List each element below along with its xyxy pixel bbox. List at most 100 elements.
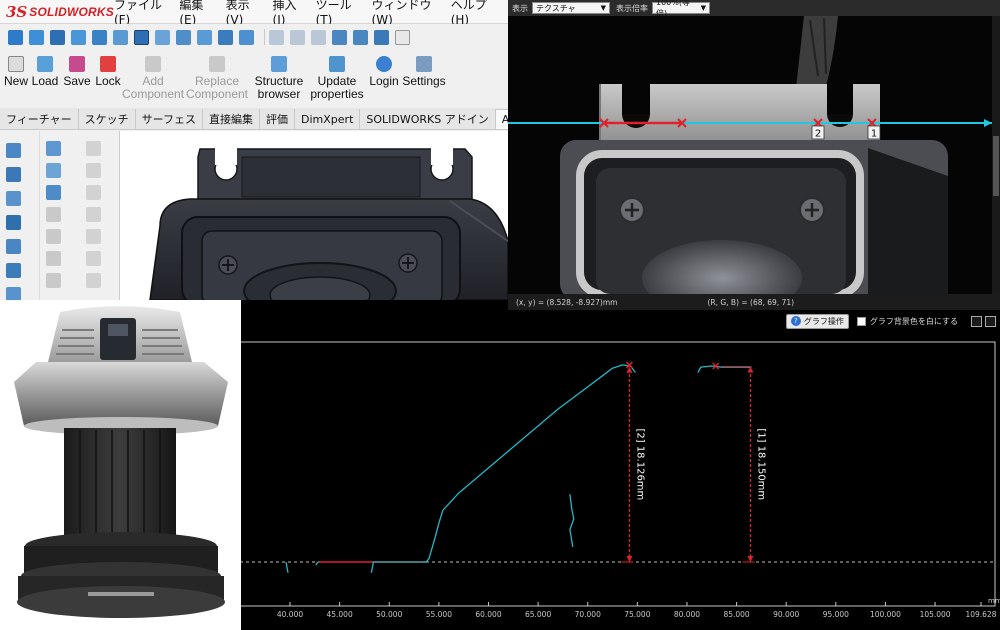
tab-dimxpert[interactable]: DimXpert (295, 109, 361, 129)
view-settings-icon[interactable] (218, 29, 233, 45)
vertical-scrollbar[interactable] (992, 16, 1000, 294)
display-label: 表示 (512, 3, 528, 13)
lock-button[interactable]: Lock (94, 56, 122, 88)
structure-browser-label: Structure browser (254, 74, 304, 101)
zoom-area-icon[interactable] (29, 29, 44, 45)
curves-icon (86, 163, 101, 178)
pattern-icon[interactable] (46, 163, 61, 178)
plot-frame (239, 341, 996, 607)
disabled-tool-icon (269, 29, 284, 45)
menu-file[interactable]: ファイル(F) (114, 0, 166, 27)
measurement-instrument-photo (0, 300, 241, 630)
x-tick-label: 75.000 (624, 610, 650, 619)
mirror-icon (86, 207, 101, 222)
x-tick-label: 40.000 (277, 610, 303, 619)
zoom-fit-icon[interactable] (8, 29, 23, 45)
display-mode-select[interactable]: テクスチャ ▼ (532, 2, 610, 14)
reference-geometry-icon (86, 141, 101, 156)
profile-line-segment (569, 494, 575, 548)
lights-icon[interactable] (353, 29, 368, 45)
command-manager-tabs: フィーチャー スケッチ サーフェス 直接編集 評価 DimXpert SOLID… (0, 108, 508, 130)
solidworks-window: 3S SOLIDWORKS ファイル(F) 編集(E) 表示(V) 挿入(I) … (0, 0, 508, 300)
height-measurements: [2] 18.126mm [1] 18.150mm (621, 361, 766, 563)
scrollbar-thumb[interactable] (993, 136, 999, 196)
tab-direct-editing[interactable]: 直接編集 (203, 109, 261, 129)
lock-button-label: Lock (95, 74, 121, 88)
curvature-icon[interactable] (374, 29, 389, 45)
tab-surfaces[interactable]: サーフェス (136, 109, 204, 129)
menu-view[interactable]: 表示(V) (226, 0, 260, 27)
profile-line-segment (315, 561, 319, 566)
cut-icon[interactable] (6, 287, 21, 300)
dropdown-arrow-icon[interactable] (395, 29, 410, 45)
feature-commands-column (0, 131, 40, 300)
x-tick-label: 109.628 (965, 610, 996, 619)
tab-aras[interactable]: Aras (495, 109, 508, 129)
texture-image-window: 表示 テクスチャ ▼ 表示倍率 100%(等倍) ▼ 2 1 (x, y) = … (508, 0, 1000, 310)
display-mode-value: テクスチャ (536, 3, 576, 13)
marker-1-label: 1 (871, 129, 877, 140)
structure-browser-icon (271, 56, 287, 72)
menu-insert[interactable]: 挿入(I) (273, 0, 303, 27)
structure-browser-button[interactable]: Structure browser (252, 56, 306, 101)
save-button-label: Save (63, 74, 91, 88)
cursor-coordinates: (x, y) = (8.528, -8.927)mm (516, 297, 618, 307)
x-tick-label: 100.000 (870, 610, 901, 619)
menu-window[interactable]: ウィンドウ(W) (372, 0, 438, 27)
tab-features[interactable]: フィーチャー (0, 109, 79, 129)
load-button[interactable]: Load (30, 56, 60, 88)
x-tick-label: 90.000 (773, 610, 799, 619)
edit-appearance-icon[interactable] (176, 29, 191, 45)
x-tick-label: 105.000 (920, 610, 951, 619)
display-pane-icon[interactable] (332, 29, 347, 45)
rib-icon[interactable] (46, 185, 61, 200)
wrap-icon (46, 251, 61, 266)
tab-evaluate[interactable]: 評価 (260, 109, 296, 129)
menu-edit[interactable]: 編集(E) (179, 0, 212, 27)
x-tick-label: 50.000 (376, 610, 402, 619)
hole-wizard-icon[interactable] (6, 263, 21, 278)
fillet-icon[interactable] (46, 141, 61, 156)
dome-icon (86, 229, 101, 244)
section-view-icon[interactable] (71, 29, 86, 45)
login-button[interactable]: Login (368, 56, 400, 88)
add-component-label: Add Component (121, 74, 185, 101)
menu-tools[interactable]: ツール(T) (316, 0, 359, 27)
status-bar: (x, y) = (8.528, -8.927)mm (R, G, B) = (… (508, 294, 1000, 310)
cad-viewport[interactable] (120, 131, 508, 300)
update-properties-icon (329, 56, 345, 72)
revolve-icon[interactable] (6, 167, 21, 182)
dynamic-annotation-icon[interactable] (92, 29, 107, 45)
tab-solidworks-addins[interactable]: SOLIDWORKS アドイン (360, 109, 496, 129)
apply-scene-icon[interactable] (197, 29, 212, 45)
hide-show-icon[interactable] (155, 29, 170, 45)
settings-icon (416, 56, 432, 72)
split-icon (86, 273, 101, 288)
realview-icon[interactable] (239, 29, 254, 45)
extrude-icon[interactable] (6, 143, 21, 158)
menu-help[interactable]: ヘルプ(H) (451, 0, 495, 27)
menu-bar: 3S SOLIDWORKS ファイル(F) 編集(E) 表示(V) 挿入(I) … (0, 0, 508, 27)
save-button[interactable]: Save (62, 56, 92, 88)
new-button-label: New (4, 74, 29, 88)
boundary-icon[interactable] (6, 239, 21, 254)
marker-2-label: 2 (815, 129, 821, 140)
previous-view-icon[interactable] (50, 29, 65, 45)
x-tick-label: 65.000 (525, 610, 551, 619)
instrument-image (0, 300, 241, 630)
tab-sketch[interactable]: スケッチ (79, 109, 136, 129)
settings-button[interactable]: Settings (402, 56, 446, 88)
update-properties-label: Update properties (310, 74, 364, 101)
new-button[interactable]: New (4, 56, 28, 88)
arrow-down-icon (626, 556, 633, 562)
sweep-icon[interactable] (6, 191, 21, 206)
lock-icon (100, 56, 116, 72)
display-style-icon[interactable] (134, 29, 149, 45)
loft-icon[interactable] (6, 215, 21, 230)
zoom-select[interactable]: 100%(等倍) ▼ (652, 0, 710, 18)
update-properties-button[interactable]: Update properties (308, 56, 366, 101)
view-orientation-icon[interactable] (113, 29, 128, 45)
login-button-label: Login (369, 74, 399, 88)
x-tick-label: 70.000 (575, 610, 601, 619)
texture-photo[interactable]: 2 1 (508, 16, 992, 294)
